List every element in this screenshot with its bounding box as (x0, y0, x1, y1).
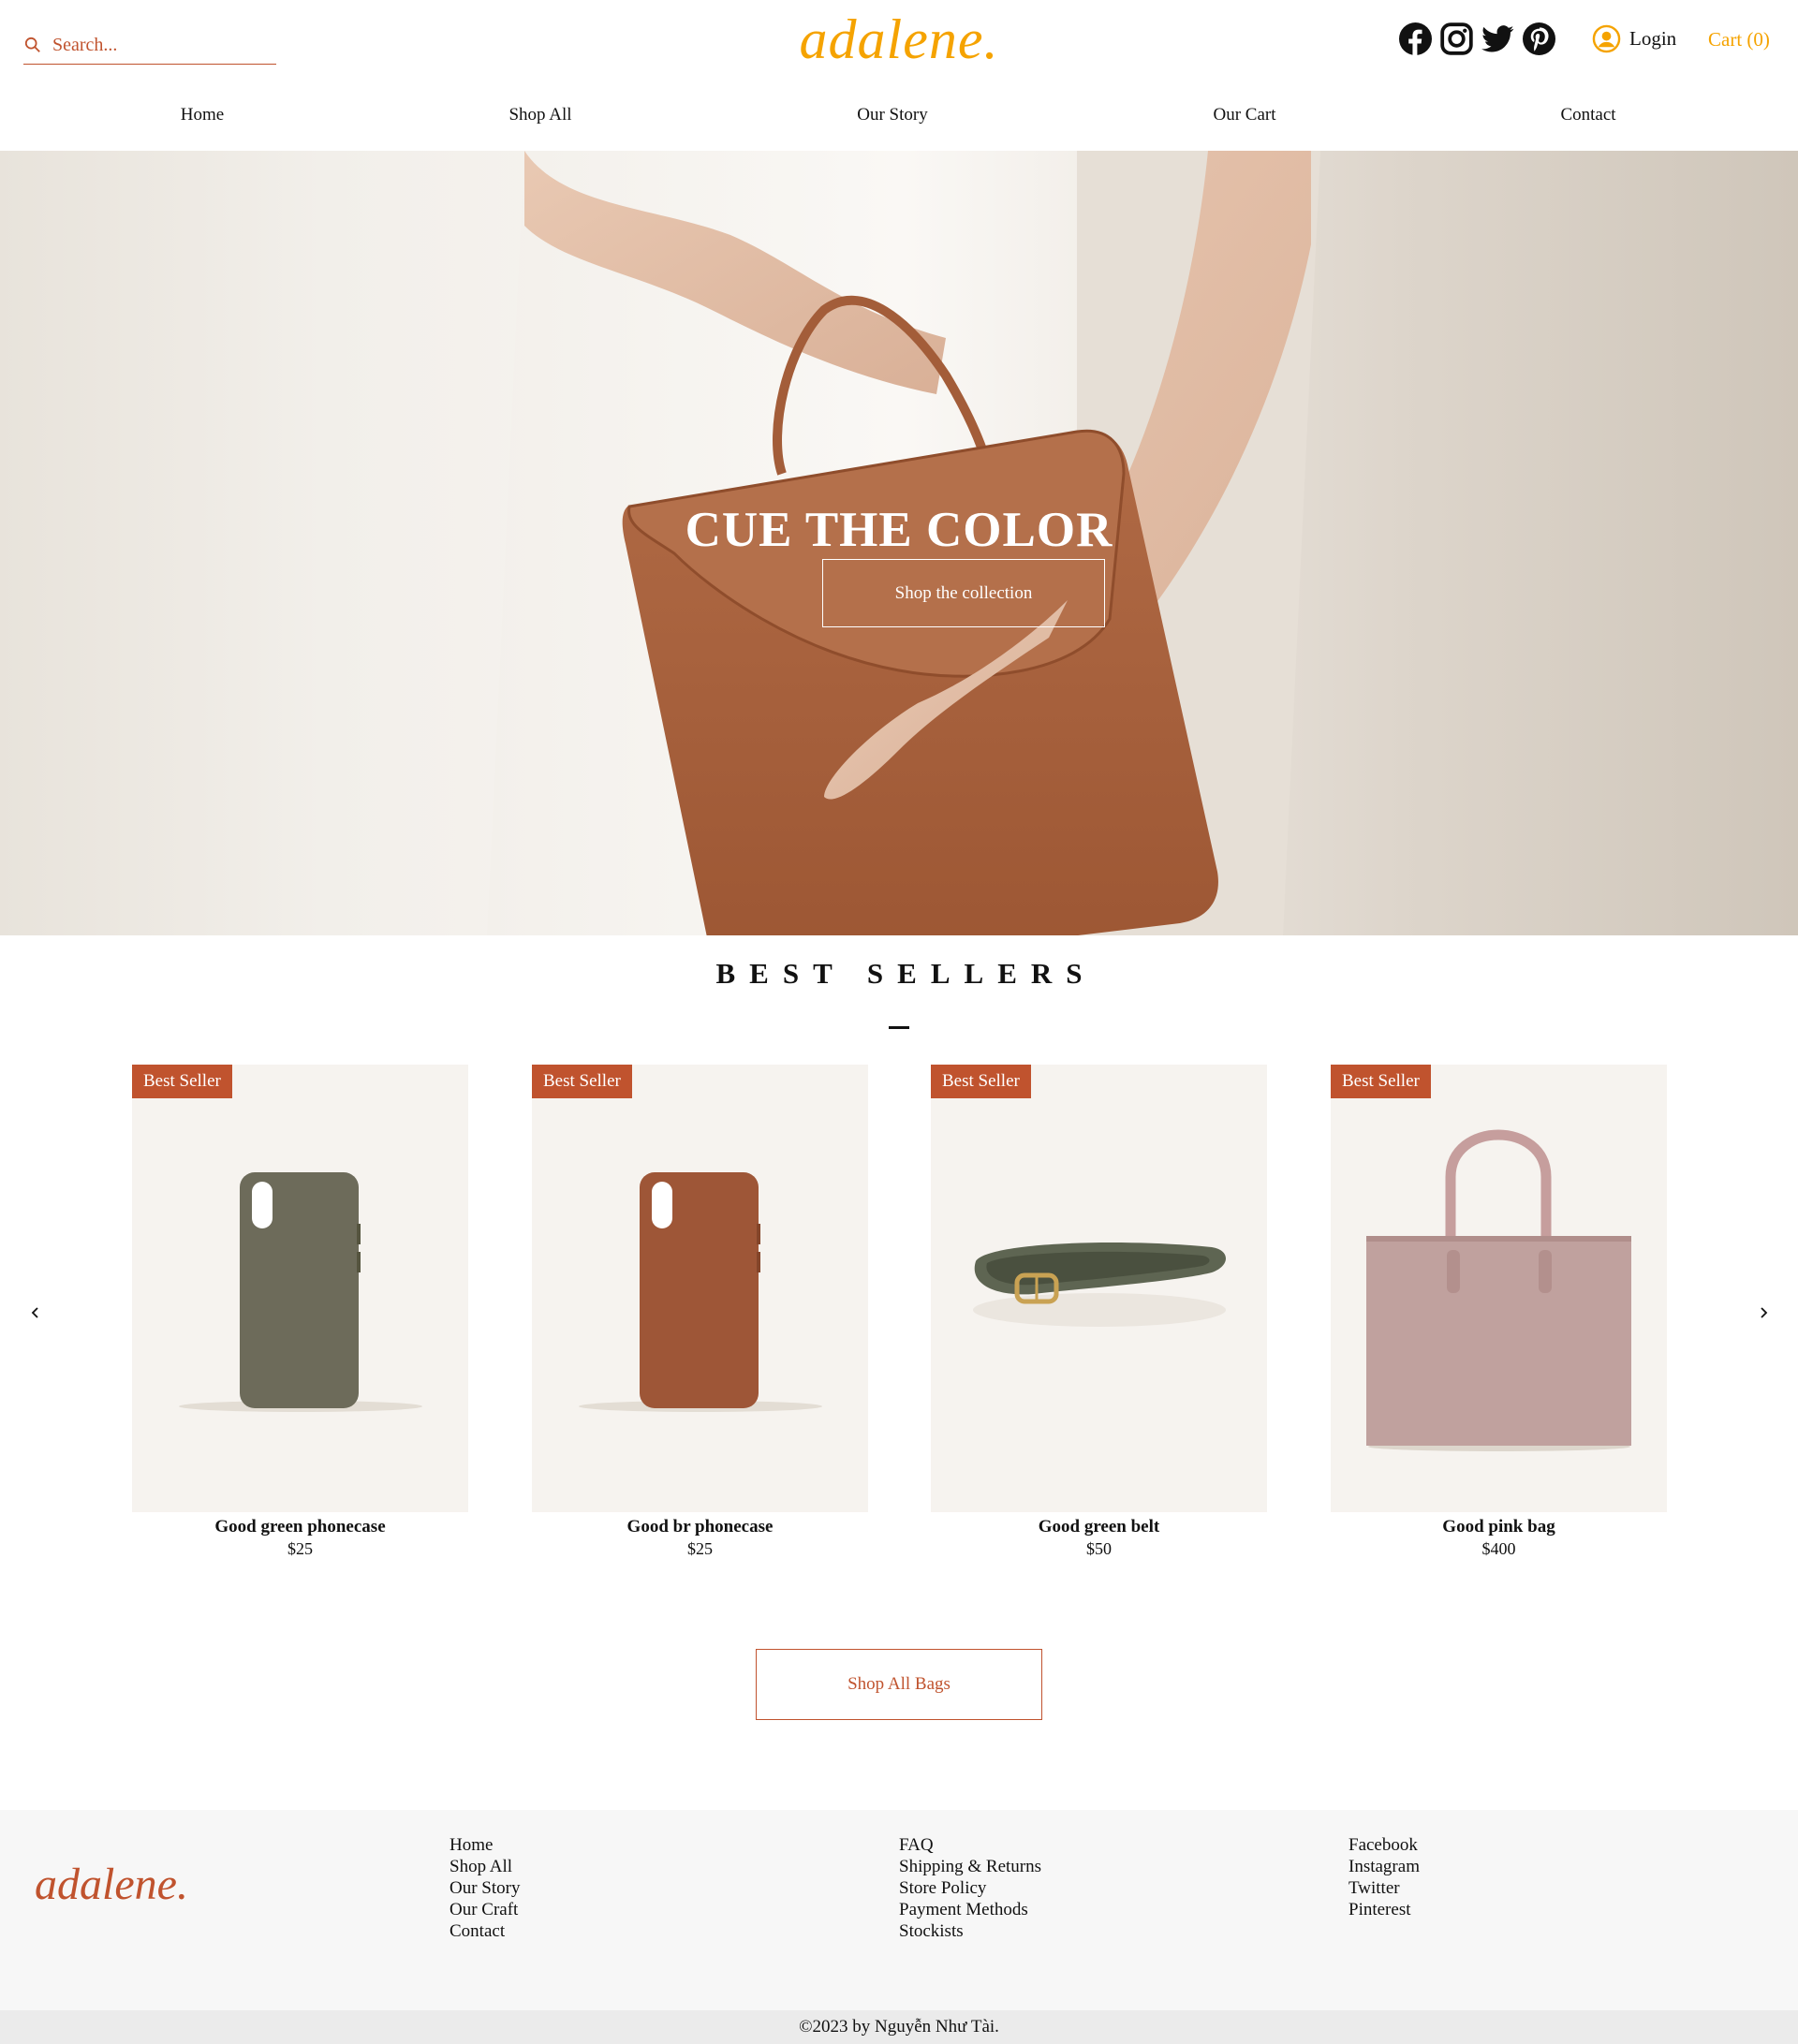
footer-link-store-policy[interactable]: Store Policy (899, 1877, 1041, 1899)
shop-collection-button[interactable]: Shop the collection (822, 559, 1105, 627)
footer-logo[interactable]: adalene. (35, 1859, 188, 1910)
belt-image (973, 1243, 1226, 1327)
product-price: $25 (687, 1539, 713, 1558)
footer-link-instagram[interactable]: Instagram (1348, 1856, 1420, 1877)
product-price: $25 (287, 1539, 313, 1558)
carousel-next-button[interactable] (1749, 1299, 1777, 1327)
pinterest-icon[interactable] (1523, 22, 1555, 55)
hero-banner: CUE THE COLOR Shop the collection (0, 151, 1798, 935)
chevron-left-icon (31, 1307, 38, 1318)
best-sellers-title: BEST SELLERS (715, 957, 1097, 990)
chevron-right-icon (1761, 1307, 1768, 1318)
best-seller-badge: Best Seller (532, 1065, 632, 1098)
nav-item-home[interactable]: Home (181, 105, 224, 125)
footer-link-stockists[interactable]: Stockists (899, 1920, 1041, 1942)
nav-item-contact[interactable]: Contact (1560, 105, 1615, 125)
footer-link-our-story[interactable]: Our Story (450, 1877, 520, 1899)
footer-link-payment-methods[interactable]: Payment Methods (899, 1899, 1041, 1920)
best-seller-badge: Best Seller (132, 1065, 232, 1098)
product-name[interactable]: Good green phonecase (132, 1517, 468, 1537)
site-header: adalene. Login Cart (0) Home Shop All Ou… (0, 0, 1798, 150)
product-name[interactable]: Good br phonecase (532, 1517, 868, 1537)
phone-case-image (579, 1172, 822, 1412)
nav-item-shop-all[interactable]: Shop All (508, 105, 571, 125)
footer-link-faq[interactable]: FAQ (899, 1834, 1041, 1856)
footer-link-twitter[interactable]: Twitter (1348, 1877, 1420, 1899)
login-button[interactable]: Login (1592, 24, 1676, 53)
product-card[interactable]: Best Seller Good pink bag $400 (1331, 1065, 1667, 1559)
footer-link-facebook[interactable]: Facebook (1348, 1834, 1420, 1856)
product-image[interactable]: Best Seller (132, 1065, 468, 1512)
product-card[interactable]: Best Seller Good green phonecase $25 (132, 1065, 468, 1559)
product-price: $400 (1481, 1539, 1516, 1558)
footer-social-column: Facebook Instagram Twitter Pinterest (1348, 1834, 1420, 1920)
social-bar (1399, 22, 1555, 55)
cart-link[interactable]: Cart (0) (1708, 28, 1770, 51)
shop-all-bags-button[interactable]: Shop All Bags (756, 1649, 1042, 1720)
product-image[interactable]: Best Seller (931, 1065, 1267, 1512)
product-image[interactable]: Best Seller (1331, 1065, 1667, 1512)
footer-link-our-craft[interactable]: Our Craft (450, 1899, 520, 1920)
carousel-prev-button[interactable] (22, 1299, 50, 1327)
product-image[interactable]: Best Seller (532, 1065, 868, 1512)
footer-link-shipping-returns[interactable]: Shipping & Returns (899, 1856, 1041, 1877)
footer-link-contact[interactable]: Contact (450, 1920, 520, 1942)
site-footer: adalene. Home Shop All Our Story Our Cra… (0, 1810, 1798, 2010)
footer-nav-column: Home Shop All Our Story Our Craft Contac… (450, 1834, 520, 1942)
nav-item-our-cart[interactable]: Our Cart (1213, 105, 1275, 125)
best-seller-badge: Best Seller (1331, 1065, 1431, 1098)
tote-bag-image (1366, 1129, 1631, 1451)
login-label: Login (1629, 27, 1677, 50)
main-nav: Home Shop All Our Story Our Cart Contact (0, 105, 1798, 129)
instagram-icon[interactable] (1440, 22, 1473, 55)
phone-case-image (179, 1172, 422, 1412)
product-price: $50 (1086, 1539, 1112, 1558)
copyright-bar: ©2023 by Nguyễn Như Tài. (0, 2010, 1798, 2044)
footer-policy-column: FAQ Shipping & Returns Store Policy Paym… (899, 1834, 1041, 1942)
product-card[interactable]: Best Seller Good green belt $50 (931, 1065, 1267, 1559)
footer-link-pinterest[interactable]: Pinterest (1348, 1899, 1420, 1920)
product-name[interactable]: Good pink bag (1331, 1517, 1667, 1537)
best-seller-badge: Best Seller (931, 1065, 1031, 1098)
user-avatar-icon (1592, 24, 1621, 53)
facebook-icon[interactable] (1399, 22, 1432, 55)
product-name[interactable]: Good green belt (931, 1517, 1267, 1537)
hero-title: CUE THE COLOR (685, 503, 1113, 557)
footer-link-shop-all[interactable]: Shop All (450, 1856, 520, 1877)
product-card[interactable]: Best Seller Good br phonecase $25 (532, 1065, 868, 1559)
footer-link-home[interactable]: Home (450, 1834, 520, 1856)
twitter-icon[interactable] (1481, 22, 1514, 55)
title-divider (889, 1026, 909, 1029)
nav-item-our-story[interactable]: Our Story (857, 105, 927, 125)
